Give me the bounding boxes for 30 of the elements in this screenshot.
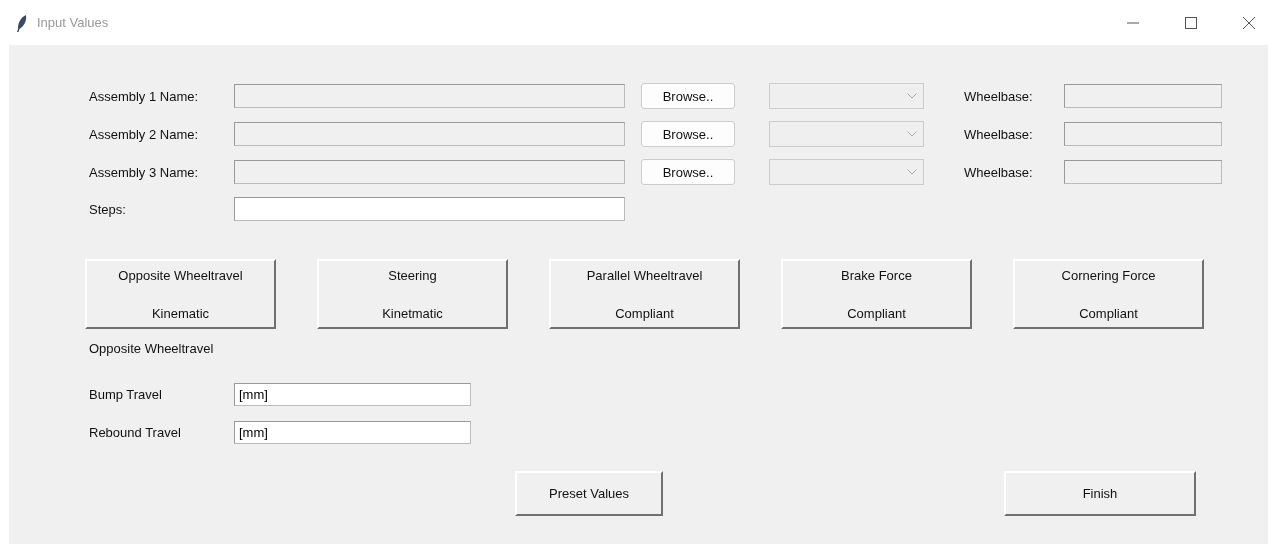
assembly-label: Assembly 3 Name: <box>88 164 200 180</box>
window-title: Input Values <box>37 15 109 30</box>
mode-button[interactable]: Brake Force Compliant <box>781 259 972 329</box>
chevron-icon <box>907 169 917 175</box>
parameter-label: Bump Travel <box>88 387 163 402</box>
section-label: Opposite Wheeltravel <box>88 341 215 356</box>
parameter-field[interactable]: [mm] <box>234 383 471 406</box>
parameter-field[interactable]: [mm] <box>234 421 471 444</box>
steps-field[interactable] <box>234 197 625 221</box>
finish-button[interactable]: Finish <box>1004 471 1196 516</box>
browse-button[interactable]: Browse.. <box>641 121 735 147</box>
maximize-icon[interactable] <box>1185 16 1197 29</box>
wheelbase-label: Wheelbase: <box>964 88 1034 104</box>
wheelbase-label: Wheelbase: <box>964 164 1034 180</box>
mode-button[interactable]: Cornering Force Compliant <box>1013 259 1204 329</box>
feather-icon <box>16 13 28 32</box>
steps-label: Steps: <box>88 201 127 217</box>
assembly-label: Assembly 1 Name: <box>88 88 200 104</box>
browse-button[interactable]: Browse.. <box>641 83 735 109</box>
preset-values-button[interactable]: Preset Values <box>515 471 663 516</box>
mode-button[interactable]: Opposite Wheeltravel Kinematic <box>85 259 276 329</box>
close-icon[interactable] <box>1243 16 1255 29</box>
chevron-icon <box>907 131 917 137</box>
mode-button[interactable]: Parallel Wheeltravel Compliant <box>549 259 740 329</box>
mode-button[interactable]: Steering Kinetmatic <box>317 259 508 329</box>
browse-button[interactable]: Browse.. <box>641 159 735 185</box>
parameter-label: Rebound Travel <box>88 425 182 440</box>
chevron-icon <box>907 93 917 99</box>
assembly-label: Assembly 2 Name: <box>88 126 200 142</box>
wheelbase-label: Wheelbase: <box>964 126 1034 142</box>
